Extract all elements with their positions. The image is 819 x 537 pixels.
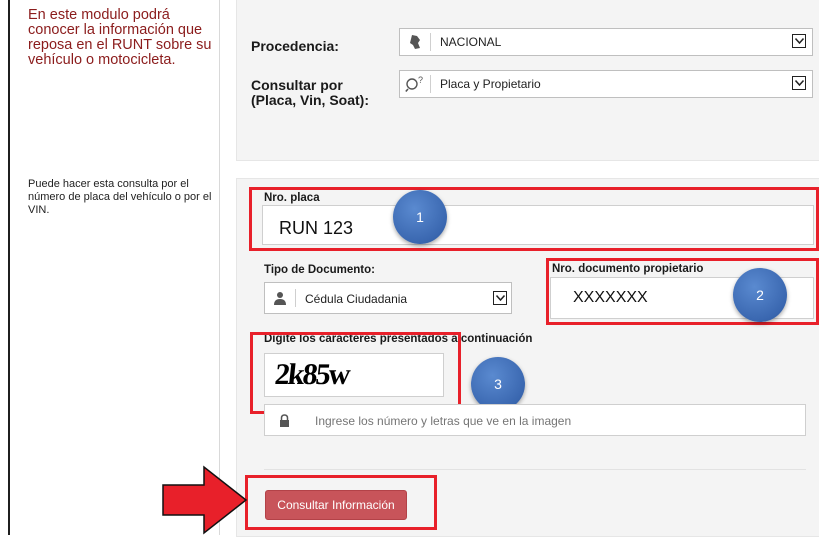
svg-text:?: ?	[418, 75, 423, 85]
chevron-down-icon[interactable]	[493, 291, 507, 305]
select-separator	[430, 75, 431, 93]
step-badge-3: 3	[471, 357, 525, 411]
tipo-documento-value: Cédula Ciudadania	[305, 292, 408, 306]
consultar-por-label: Consultar por (Placa, Vin, Soat):	[251, 77, 369, 108]
captcha-placeholder-input[interactable]	[313, 410, 797, 432]
placa-highlight	[249, 187, 819, 251]
step-badge-2: 2	[733, 268, 787, 322]
captcha-highlight	[250, 332, 461, 414]
query-options-panel: Procedencia: NACIONAL Consultar por (Pla…	[236, 0, 819, 161]
procedencia-select[interactable]: NACIONAL	[399, 28, 813, 56]
form-divider	[264, 469, 806, 470]
module-description: En este modulo podrá conocer la informac…	[28, 7, 212, 68]
select-separator	[430, 33, 431, 51]
submit-highlight	[245, 475, 437, 530]
captcha-input[interactable]	[264, 404, 806, 436]
lock-icon	[279, 414, 290, 432]
select-separator	[295, 289, 296, 307]
pointer-arrow-icon	[162, 465, 248, 535]
column-divider	[219, 0, 220, 535]
tipo-documento-label: Tipo de Documento:	[264, 264, 375, 276]
procedencia-value: NACIONAL	[440, 35, 502, 49]
search-question-icon: ?	[400, 71, 430, 97]
consultar-por-select[interactable]: ? Placa y Propietario	[399, 70, 813, 98]
tipo-documento-select[interactable]: Cédula Ciudadania	[264, 282, 512, 314]
consultar-por-value: Placa y Propietario	[440, 77, 541, 91]
chevron-down-icon[interactable]	[792, 76, 806, 90]
chevron-down-icon[interactable]	[792, 34, 806, 48]
procedencia-label: Procedencia:	[251, 38, 339, 54]
query-help-text: Puede hacer esta consulta por el número …	[28, 178, 212, 216]
step-badge-1: 1	[393, 190, 447, 244]
user-icon	[265, 283, 295, 313]
colombia-map-icon	[400, 29, 430, 55]
left-border-line	[8, 0, 10, 535]
